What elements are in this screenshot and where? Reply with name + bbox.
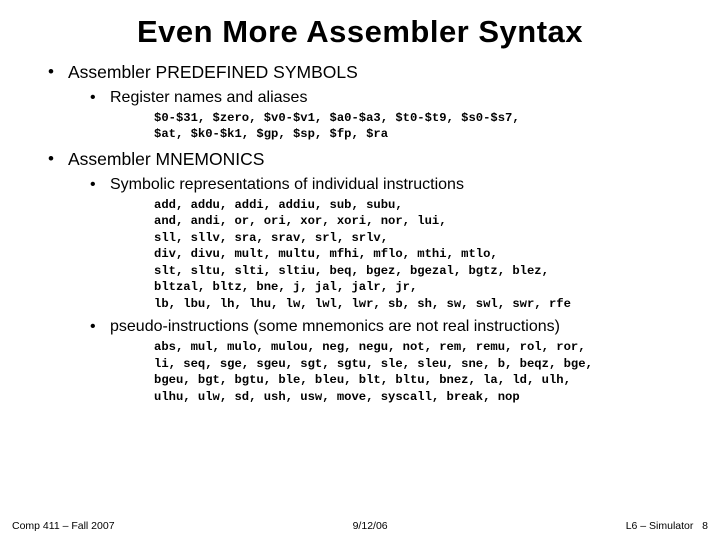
footer-page: 8 xyxy=(702,520,708,532)
code-pseudo: abs, mul, mulo, mulou, neg, negu, not, r… xyxy=(154,339,690,405)
bullet-pseudo-instructions: pseudo-instructions (some mnemonics are … xyxy=(90,318,690,405)
bullet-text: Symbolic representations of individual i… xyxy=(110,176,464,193)
slide: Even More Assembler Syntax Assembler PRE… xyxy=(0,0,720,540)
code-registers: $0-$31, $zero, $v0-$v1, $a0-$a3, $t0-$t9… xyxy=(154,110,690,143)
bullet-text: pseudo-instructions (some mnemonics are … xyxy=(110,318,560,335)
footer-center: 9/12/06 xyxy=(353,520,388,532)
slide-title: Even More Assembler Syntax xyxy=(30,14,690,50)
bullet-text: Assembler PREDEFINED SYMBOLS xyxy=(68,62,358,82)
bullet-mnemonics: Assembler MNEMONICS Symbolic representat… xyxy=(48,149,690,405)
sublist: Register names and aliases $0-$31, $zero… xyxy=(68,89,690,143)
bullet-list: Assembler PREDEFINED SYMBOLS Register na… xyxy=(30,62,690,405)
code-instructions: add, addu, addi, addiu, sub, subu, and, … xyxy=(154,197,690,312)
footer-left: Comp 411 – Fall 2007 xyxy=(12,520,115,532)
bullet-register-names: Register names and aliases $0-$31, $zero… xyxy=(90,89,690,143)
sublist: Symbolic representations of individual i… xyxy=(68,176,690,405)
bullet-text: Assembler MNEMONICS xyxy=(68,149,264,169)
footer-right-label: L6 – Simulator xyxy=(626,520,694,532)
footer: Comp 411 – Fall 2007 9/12/06 L6 – Simula… xyxy=(0,520,720,532)
bullet-text: Register names and aliases xyxy=(110,89,307,106)
bullet-predefined-symbols: Assembler PREDEFINED SYMBOLS Register na… xyxy=(48,62,690,143)
footer-right: L6 – Simulator 8 xyxy=(626,520,708,532)
bullet-symbolic-representations: Symbolic representations of individual i… xyxy=(90,176,690,312)
